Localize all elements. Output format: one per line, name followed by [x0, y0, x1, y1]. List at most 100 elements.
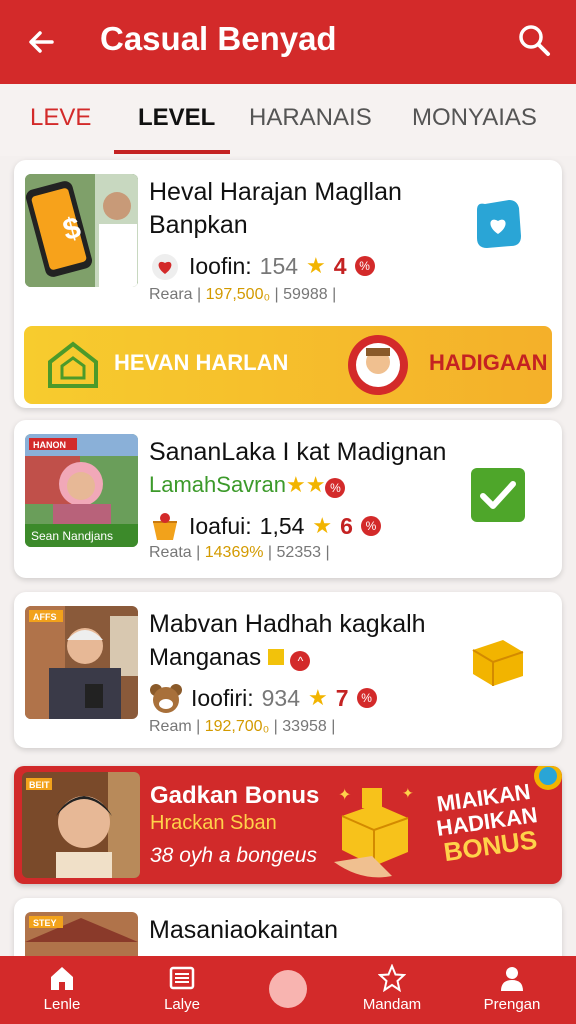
- app-title: Casual Benyad: [100, 20, 337, 57]
- rating-value: 6: [340, 512, 353, 539]
- promo-banner[interactable]: HEVAN HARLAN HADIGAAN: [24, 326, 552, 404]
- rating-value: 7: [335, 684, 349, 711]
- bear-icon: [150, 684, 182, 713]
- stat-count: 33958: [282, 718, 327, 735]
- stat-label: Reata: [149, 544, 192, 561]
- gold-cube-icon: [267, 649, 284, 665]
- subtitle-text: LamahSavran: [149, 472, 286, 497]
- nav-label: Mandam: [362, 996, 422, 1013]
- app-bar: Casual Benyad: [0, 0, 576, 84]
- star-icon: ★: [306, 253, 326, 278]
- home-icon: [51, 967, 73, 990]
- meta-value: 1,54: [259, 512, 305, 539]
- nav-favorites[interactable]: Mandam: [342, 964, 442, 1013]
- meta-label: Ioafui:: [189, 512, 252, 539]
- item-meta: Ioofin: 154 ★ 4 %: [149, 250, 375, 282]
- item-stats: Ream | 192,700₀ | 33958 |: [149, 718, 336, 735]
- promo-right-label: HADIGAAN: [429, 350, 548, 375]
- item-stats: Reata | 14369% | 52353 |: [149, 544, 330, 561]
- tab-level[interactable]: LEVEL: [138, 104, 215, 154]
- item-subtitle: Manganas ^: [149, 644, 311, 672]
- nav-center-button[interactable]: [269, 970, 307, 1008]
- tab-leve[interactable]: LEVE: [30, 104, 91, 154]
- bonus-banner[interactable]: BEIT Gadkan Bonus Hrackan Sban 38 oyh a …: [14, 766, 562, 884]
- phone-promo-image: $: [25, 174, 138, 287]
- tab-haranais[interactable]: HARANAIS: [249, 104, 372, 154]
- nav-profile[interactable]: Prengan: [462, 964, 562, 1013]
- star-icon: ★: [312, 513, 333, 538]
- subtitle-text: Manganas: [149, 644, 262, 671]
- percent-badge-icon: %: [325, 478, 346, 498]
- bottom-nav: Lenle Lalye Mandam Prengan: [0, 956, 576, 1024]
- bonus-line: 38 oyh a bongeus: [150, 844, 317, 867]
- heart-badge-icon[interactable]: [469, 196, 527, 254]
- person-icon: [501, 967, 523, 991]
- list-item[interactable]: HANON Sean Nandjans SananLaka I kat Madi…: [14, 420, 562, 578]
- item-subtitle: LamahSavran★★%: [149, 472, 346, 498]
- thumb-tag: HANON: [33, 440, 66, 450]
- active-tab-indicator: [114, 150, 230, 154]
- stat-label: Reara: [149, 286, 193, 303]
- stat-amount: 14369%: [204, 544, 264, 561]
- thumb-caption: Sean Nandjans: [31, 529, 113, 543]
- check-badge-icon[interactable]: [469, 466, 527, 524]
- nav-home[interactable]: Lenle: [12, 964, 112, 1013]
- heart-pouch-icon: [152, 254, 178, 280]
- gift-box-icon[interactable]: [469, 632, 527, 690]
- stat-count: 52353: [276, 544, 322, 561]
- percent-badge-icon: %: [356, 688, 377, 708]
- percent-badge-icon: %: [360, 516, 381, 536]
- gold-gift-cube-icon: ✦ ✦: [334, 786, 414, 878]
- meta-label: Ioofin:: [189, 252, 252, 279]
- stat-count: 59988: [283, 286, 328, 303]
- item-thumbnail: HANON Sean Nandjans: [25, 434, 138, 547]
- thumb-tag: STEY: [33, 918, 57, 928]
- tab-monyaias[interactable]: MONYAIAS: [412, 104, 537, 154]
- star-icon: ★: [308, 685, 328, 710]
- house-icon: [48, 341, 98, 388]
- stat-label: Ream: [149, 718, 192, 735]
- nav-label: Lenle: [43, 996, 81, 1013]
- rating-value: 4: [333, 252, 347, 279]
- meta-value: 934: [261, 684, 301, 711]
- stat-amount: 197,500₀: [205, 286, 271, 303]
- basket-icon: [153, 513, 177, 540]
- list-item[interactable]: $ Heval Harajan Magllan Banpkan Ioofin: …: [14, 160, 562, 408]
- promo-label: HEVAN HARLAN: [114, 350, 289, 375]
- item-title: Masaniaokaintan: [149, 916, 339, 944]
- item-thumbnail: AFFS: [25, 606, 138, 719]
- thumb-tag: AFFS: [33, 612, 57, 622]
- woman-photo-image: HANON Sean Nandjans: [25, 434, 138, 547]
- nav-list[interactable]: Lalye: [132, 964, 232, 1013]
- man-phone-photo-image: AFFS: [25, 606, 138, 719]
- bonus-tag: BEIT: [29, 780, 50, 790]
- item-stats: Reara | 197,500₀ | 59988 |: [149, 286, 337, 303]
- back-arrow-icon[interactable]: [22, 22, 62, 62]
- item-title: Mabvan Hadhah kagkalh: [149, 610, 426, 638]
- item-meta: Ioofiri: 934 ★ 7 %: [149, 682, 377, 714]
- item-title: Heval Harajan Magllan Banpkan: [149, 178, 402, 239]
- nav-label: Lalye: [164, 996, 200, 1013]
- item-thumbnail: $: [25, 174, 138, 287]
- tab-bar: LEVE LEVEL HARANAIS MONYAIAS: [0, 84, 576, 156]
- coin-stack-icon: [534, 766, 562, 790]
- nav-label: Prengan: [483, 996, 541, 1013]
- list-icon: [169, 966, 195, 990]
- search-icon[interactable]: [514, 20, 554, 60]
- man-smiling-photo-image: BEIT: [22, 772, 140, 878]
- alert-badge-icon: ^: [290, 651, 311, 671]
- stat-amount: 192,700₀: [204, 718, 270, 735]
- list-item[interactable]: AFFS Mabvan Hadhah kagkalh Manganas ^ Io…: [14, 592, 562, 748]
- svg-text:✦: ✦: [402, 786, 414, 802]
- svg-text:✦: ✦: [338, 786, 351, 804]
- bonus-subtitle: Hrackan Sban: [150, 812, 277, 834]
- meta-value: 154: [259, 252, 299, 279]
- star-icon: ★★: [285, 472, 326, 497]
- bonus-thumbnail: BEIT: [22, 772, 140, 878]
- star-outline-icon: [378, 964, 406, 992]
- mascot-avatar-icon: [348, 335, 408, 395]
- item-title: SananLaka I kat Madignan: [149, 438, 447, 466]
- bonus-title: Gadkan Bonus: [150, 782, 320, 809]
- percent-badge-icon: %: [354, 256, 375, 276]
- meta-label: Ioofiri:: [191, 684, 254, 711]
